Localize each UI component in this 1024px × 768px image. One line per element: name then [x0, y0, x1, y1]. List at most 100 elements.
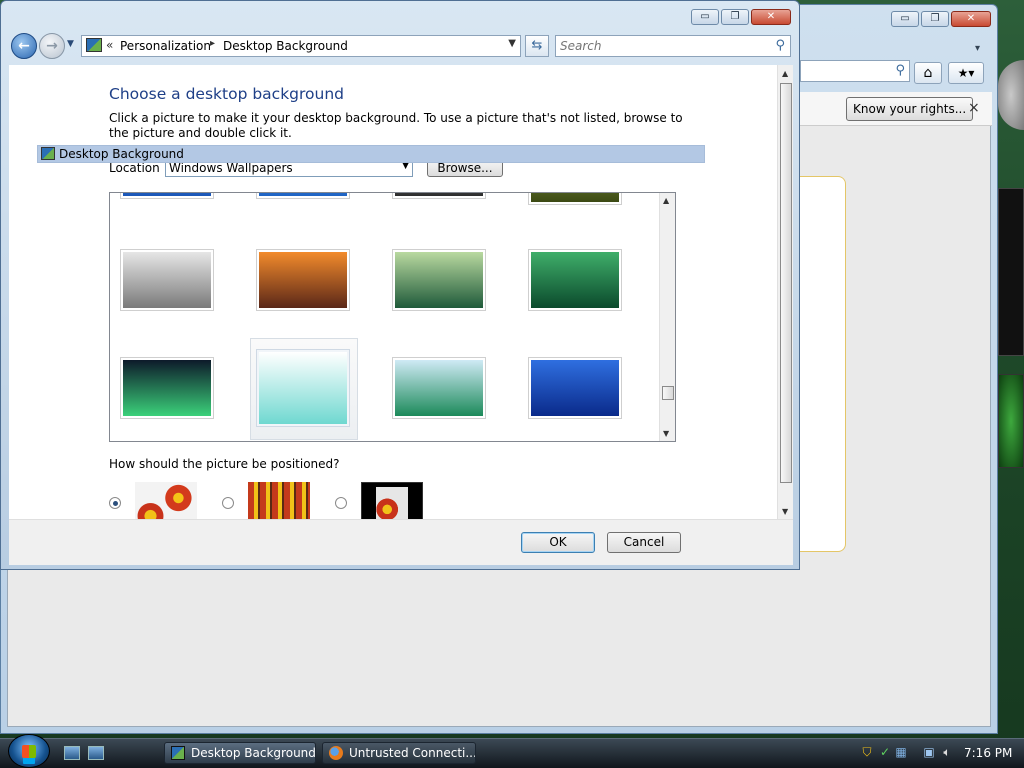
wallpaper-image	[123, 360, 211, 416]
position-tile-preview[interactable]	[248, 482, 310, 519]
breadcrumb-personalization[interactable]: Personalization	[120, 39, 211, 53]
firefox-icon	[329, 746, 343, 760]
cancel-button[interactable]: Cancel	[607, 532, 681, 553]
breadcrumb-desktop-background[interactable]: Desktop Background	[223, 39, 348, 53]
control-panel-icon	[86, 38, 102, 52]
taskbar-item-desktop-background[interactable]: Desktop Background	[164, 742, 316, 764]
chevron-down-icon[interactable]: ▾	[975, 43, 980, 54]
check-icon[interactable]: ✓	[878, 745, 892, 759]
close-icon[interactable]: ×	[968, 100, 980, 116]
switch-windows-icon[interactable]	[88, 746, 104, 760]
close-button[interactable]: ✕	[751, 9, 791, 25]
location-value: Windows Wallpapers	[169, 161, 293, 175]
network-icon[interactable]: ▣	[922, 745, 936, 759]
refresh-icon: ⇆	[531, 38, 543, 53]
refresh-button[interactable]: ⇆	[525, 35, 549, 57]
close-button[interactable]: ✕	[951, 11, 991, 27]
taskbar-item-firefox[interactable]: Untrusted Connecti...	[322, 742, 476, 764]
desktop-background-window: ▭ ❐ ✕ ← → ▼ « Personalization ▸ Desktop …	[0, 0, 800, 570]
position-question: How should the picture be positioned?	[109, 457, 340, 471]
shield-icon[interactable]: ⛉	[860, 745, 874, 759]
wallpaper-thumbnail-waterfall-lake[interactable]	[392, 357, 486, 419]
maximize-button[interactable]: ❐	[721, 9, 749, 25]
wallpaper-thumbnail-aurora[interactable]	[120, 357, 214, 419]
maximize-button[interactable]: ❐	[921, 11, 949, 27]
show-desktop-icon[interactable]	[64, 746, 80, 760]
dialog-footer: OK Cancel	[9, 519, 793, 565]
gallery-scrollbar[interactable]: ▲ ▼	[659, 193, 675, 441]
recent-pages-dropdown[interactable]: ▼	[67, 39, 74, 49]
wallpaper-image	[123, 252, 211, 308]
control-panel-icon	[41, 147, 55, 160]
position-fit-preview[interactable]	[135, 482, 197, 519]
wallpaper-image	[531, 252, 619, 308]
wallpaper-thumbnail-blue-abstract[interactable]	[528, 357, 622, 419]
address-dropdown-icon[interactable]: ▼	[508, 38, 516, 49]
error-panel	[800, 176, 846, 552]
wallpaper-image	[395, 360, 483, 416]
browser-search-box[interactable]: ⚲	[800, 60, 910, 82]
wallpaper-image	[531, 360, 619, 416]
volume-muted-icon[interactable]: 🔈︎	[940, 745, 954, 759]
wallpaper-image	[259, 252, 347, 308]
instructions-text: Click a picture to make it your desktop …	[109, 111, 683, 140]
content-scrollbar[interactable]: ▲ ▼	[777, 65, 793, 519]
center-preview-image	[376, 487, 408, 519]
search-box[interactable]: ⚲	[555, 35, 791, 57]
scroll-thumb[interactable]	[662, 386, 674, 400]
wallpaper-thumbnail-partial[interactable]	[528, 193, 622, 205]
back-arrow-icon: ←	[18, 38, 30, 54]
search-input[interactable]	[560, 39, 760, 53]
favorites-button[interactable]: ★▾	[948, 62, 984, 84]
wallpaper-thumbnail-green-mountains[interactable]	[392, 249, 486, 311]
scroll-down-icon[interactable]: ▼	[663, 429, 669, 438]
main-content: Choose a desktop background Click a pict…	[9, 65, 793, 519]
scroll-up-icon[interactable]: ▲	[782, 69, 788, 78]
position-center-radio[interactable]	[335, 497, 347, 509]
applet-icon[interactable]: ▦	[894, 745, 908, 759]
ok-button[interactable]: OK	[521, 532, 595, 553]
taskbar-item-label: Desktop Background	[191, 746, 316, 760]
slideshow-gadget[interactable]	[998, 188, 1024, 356]
minimize-button[interactable]: ▭	[691, 9, 719, 25]
address-overflow[interactable]: «	[106, 38, 113, 52]
control-panel-icon	[171, 746, 185, 760]
wallpaper-thumbnail-white-cyan-glow[interactable]	[256, 349, 350, 427]
wallpaper-thumbnail-sunset-lake[interactable]	[256, 249, 350, 311]
start-button[interactable]	[8, 734, 50, 768]
back-button[interactable]: ←	[11, 33, 37, 59]
gadget-photo[interactable]	[998, 374, 1024, 468]
forward-arrow-icon: →	[46, 38, 58, 54]
wallpaper-thumbnail-grey-figures[interactable]	[120, 249, 214, 311]
wallpaper-thumbnail-partial[interactable]	[120, 193, 214, 199]
star-icon: ★▾	[957, 66, 975, 80]
home-icon: ⌂	[923, 65, 933, 81]
know-your-rights-button[interactable]: Know your rights...	[846, 97, 974, 121]
breadcrumb-separator-icon[interactable]: ▸	[210, 38, 215, 49]
position-fit-radio[interactable]	[109, 497, 121, 509]
minimize-button[interactable]: ▭	[891, 11, 919, 27]
taskbar-clock[interactable]: 7:16 PM	[964, 746, 1012, 760]
wallpaper-gallery[interactable]: ▲ ▼	[109, 192, 676, 442]
forward-button[interactable]: →	[39, 33, 65, 59]
certificate-infobar: Know your rights... ×	[800, 92, 992, 126]
window-controls: ▭ ❐ ✕	[691, 9, 791, 25]
chevron-down-icon: ▼	[67, 39, 74, 49]
home-button[interactable]: ⌂	[914, 62, 942, 84]
wallpaper-thumbnail-partial[interactable]	[392, 193, 486, 199]
wallpaper-thumbnail-partial[interactable]	[256, 193, 350, 199]
tooltip-text: Desktop Background	[59, 147, 184, 161]
search-icon[interactable]: ⚲	[895, 63, 905, 78]
scroll-up-icon[interactable]: ▲	[663, 196, 669, 205]
scroll-down-icon[interactable]: ▼	[782, 507, 788, 516]
position-center-preview[interactable]	[361, 482, 423, 519]
navigation-bar: ← → ▼ « Personalization ▸ Desktop Backgr…	[9, 31, 793, 61]
search-icon[interactable]: ⚲	[775, 38, 785, 53]
address-bar[interactable]: « Personalization ▸ Desktop Background ▼	[81, 35, 521, 57]
wallpaper-image	[259, 352, 347, 424]
taskbar-item-label: Untrusted Connecti...	[349, 746, 476, 760]
wallpaper-thumbnail-green-leaves[interactable]	[528, 249, 622, 311]
background-window-controls: ▭ ❐ ✕	[891, 11, 991, 27]
position-tile-radio[interactable]	[222, 497, 234, 509]
scroll-thumb[interactable]	[780, 83, 792, 483]
